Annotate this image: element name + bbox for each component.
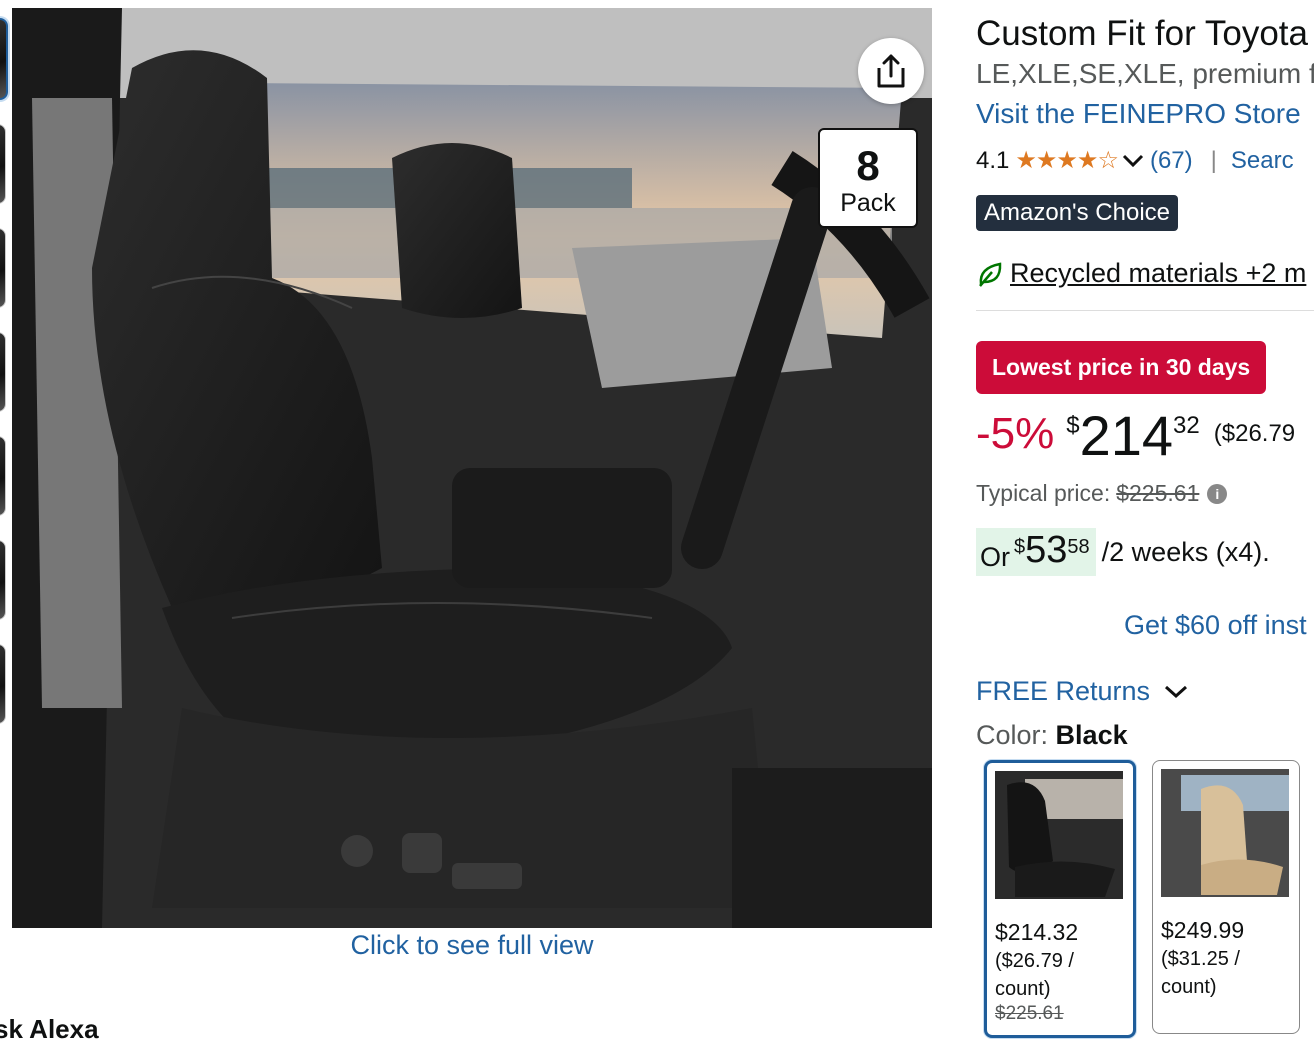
rating-separator: | [1210,146,1217,174]
amazons-choice-badge[interactable]: Amazon's Choice [976,195,1178,231]
star-rating-icon[interactable]: ★★★★☆ [1015,146,1119,175]
store-link[interactable]: Visit the FEINEPRO Store [976,98,1301,130]
thumbnail-1[interactable] [0,18,8,100]
divider [976,310,1314,311]
promo-link[interactable]: Get $60 off inst [1124,610,1307,641]
color-label: Color: [976,720,1049,750]
pack-number: 8 [856,142,880,189]
color-selector-label: Color: Black [976,720,1128,751]
search-page-link[interactable]: Searc [1231,147,1294,175]
installment-whole: 53 [1025,529,1068,571]
rating-row: 4.1 ★★★★☆ (67) | Searc [976,146,1294,175]
sustainability-label[interactable]: Recycled materials +2 m [1010,258,1306,289]
leaf-icon [979,262,1002,287]
color-swatch-black[interactable]: $214.32 ($26.79 / count) $225.61 [984,760,1136,1038]
pack-word: Pack [840,189,896,217]
product-title: Custom Fit for Toyota [976,14,1308,53]
pack-badge: 8 Pack [818,128,918,228]
installment-highlight: Or $ 53 58 [976,528,1096,576]
car-seat-illustration [12,8,932,928]
typical-price: Typical price: $225.61 i [976,480,1228,507]
info-icon[interactable]: i [1207,483,1228,504]
swatch-typical-price: $225.61 [995,1003,1064,1024]
share-icon [877,54,905,88]
ask-alexa-heading: sk Alexa [0,1014,99,1044]
swatch-unit-price: ($31.25 / count) [1161,948,1240,998]
thumbnail-3[interactable] [0,228,6,308]
price-per-unit: ($26.79 [1213,420,1296,447]
installment-offer: Or $ 53 58 /2 weeks (x4). [976,528,1270,576]
thumbnail-strip [0,18,8,748]
swatch-unit-price: ($26.79 / count) [995,950,1074,1000]
deal-badge: Lowest price in 30 days [976,341,1267,394]
typical-price-value: $225.61 [1116,480,1200,506]
returns-label[interactable]: FREE Returns [976,676,1150,707]
thumbnail-4[interactable] [0,332,6,412]
main-product-image[interactable]: 8 Pack [12,8,932,928]
price-whole: 214 [1079,404,1174,467]
installment-suffix: /2 weeks (x4). [1101,536,1270,567]
swatch-image-black [995,771,1123,899]
sustainability-feature[interactable]: Recycled materials +2 m [976,258,1306,289]
installment-currency: $ [1014,536,1026,558]
product-subtitle: LE,XLE,SE,XLE, premium fa [976,58,1314,89]
thumbnail-6[interactable] [0,540,6,620]
ratings-count-link[interactable]: (67) [1150,147,1193,175]
free-returns-link[interactable]: FREE Returns [976,676,1190,707]
color-swatch-beige[interactable]: $249.99 ($31.25 / count) [1152,760,1300,1034]
price-currency: $ [1066,412,1080,439]
price-row: -5% $ 214 32 ($26.79 [976,405,1295,467]
swatch-image-beige [1161,769,1289,897]
thumbnail-5[interactable] [0,436,6,516]
rating-value: 4.1 [976,146,1010,174]
full-view-link[interactable]: Click to see full view [12,930,932,961]
thumbnail-7[interactable] [0,644,6,724]
color-value: Black [1055,720,1128,750]
installment-prefix: Or [980,542,1010,572]
price-fraction: 32 [1173,412,1200,439]
swatch-price: $249.99 [1161,917,1245,943]
discount-percent: -5% [976,409,1055,458]
swatch-price: $214.32 [995,919,1079,945]
chevron-down-icon[interactable] [1162,683,1190,701]
installment-fraction: 58 [1067,536,1090,558]
thumbnail-2[interactable] [0,124,6,204]
share-button[interactable] [858,38,924,104]
chevron-down-icon[interactable] [1122,147,1144,175]
typical-price-label: Typical price: [976,480,1111,506]
